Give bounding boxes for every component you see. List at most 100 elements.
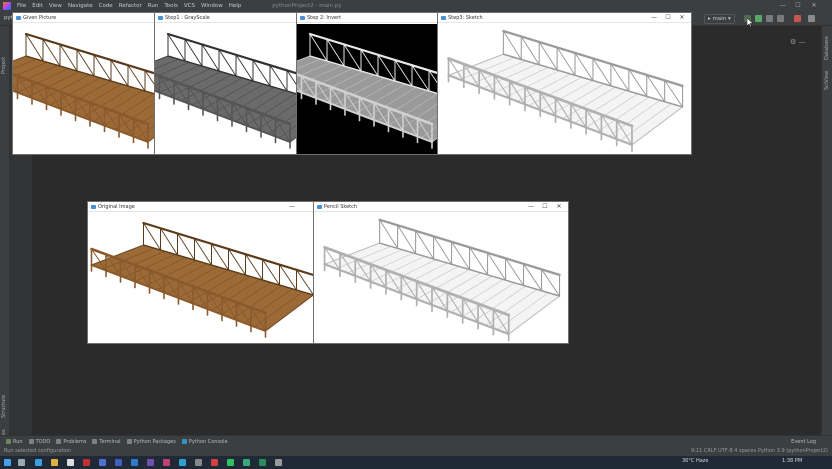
- tool-todo[interactable]: TODO: [28, 439, 50, 445]
- menu-run[interactable]: Run: [145, 3, 162, 9]
- tool-run-label: Run: [13, 438, 23, 445]
- bridge-image: [314, 213, 568, 343]
- project-tool-tab[interactable]: Project: [1, 57, 7, 74]
- cv-window-pencil-sketch[interactable]: Pencil Sketch — ☐ ✕: [313, 201, 569, 344]
- cv-window-original-image[interactable]: Original Image —: [87, 201, 316, 344]
- image-canvas: [155, 24, 297, 154]
- app-icon[interactable]: [99, 459, 106, 466]
- start-icon[interactable]: [4, 459, 11, 466]
- run-tool-icon: [6, 439, 11, 444]
- app-icon[interactable]: [243, 459, 250, 466]
- opencv-window-icon: [300, 16, 305, 20]
- status-info[interactable]: 9:11 CRLF UTF-8 4 spaces Python 3.9 (pyt…: [691, 447, 828, 456]
- status-bar: Run selected configuration 9:11 CRLF UTF…: [0, 447, 832, 456]
- bridge-image: [297, 24, 439, 154]
- window-title: pythonProject2 - main.py: [272, 3, 342, 9]
- cv-window-given-picture[interactable]: Given Picture: [12, 12, 156, 155]
- cv-window-invert[interactable]: Step 2: Invert: [296, 12, 440, 155]
- close-button[interactable]: ✕: [552, 202, 566, 212]
- close-button[interactable]: ✕: [675, 13, 689, 23]
- pycharm-icon[interactable]: [259, 459, 266, 466]
- ide-close-button[interactable]: ✕: [807, 0, 821, 12]
- chrome-icon[interactable]: [67, 459, 74, 466]
- opencv-window-icon: [158, 16, 163, 20]
- window-titlebar[interactable]: Given Picture: [13, 13, 155, 23]
- structure-tool-tab[interactable]: Structure: [1, 395, 7, 418]
- menu-file[interactable]: File: [14, 3, 29, 9]
- app-icon[interactable]: [179, 459, 186, 466]
- image-canvas: [88, 213, 315, 343]
- tool-python-console-label: Python Console: [188, 438, 228, 445]
- coverage-icon[interactable]: [766, 15, 773, 22]
- image-canvas: [438, 24, 691, 154]
- ide-maximize-button[interactable]: ☐: [791, 0, 805, 12]
- event-log[interactable]: Event Log: [791, 439, 816, 445]
- clock[interactable]: 1:38 PM: [782, 458, 802, 464]
- tool-python-console[interactable]: Python Console: [181, 438, 228, 445]
- app-icon[interactable]: [211, 459, 218, 466]
- menu-bar: File Edit View Navigate Code Refactor Ru…: [0, 0, 832, 12]
- search-icon[interactable]: [18, 459, 25, 466]
- stop-icon[interactable]: [794, 15, 801, 22]
- opencv-window-icon: [317, 205, 322, 209]
- tool-problems-label: Problems: [63, 438, 87, 445]
- app-icon[interactable]: [163, 459, 170, 466]
- tool-run[interactable]: Run: [6, 439, 23, 445]
- window-title: Step 2: Invert: [307, 15, 342, 21]
- python-console-icon: [181, 439, 187, 444]
- window-titlebar[interactable]: Step1 : GrayScale: [155, 13, 297, 23]
- tool-python-packages[interactable]: Python Packages: [126, 438, 176, 445]
- window-titlebar[interactable]: Step 2: Invert: [297, 13, 439, 23]
- maximize-button[interactable]: ☐: [538, 202, 552, 212]
- bridge-image: [13, 24, 155, 154]
- edge-icon[interactable]: [35, 459, 42, 466]
- app-icon[interactable]: [147, 459, 154, 466]
- right-tool-strip: Database SciView: [821, 26, 832, 435]
- menu-tools[interactable]: Tools: [161, 3, 181, 9]
- tool-problems[interactable]: Problems: [56, 439, 86, 445]
- cv-window-sketch[interactable]: Step3: Sketch — ☐ ✕: [437, 12, 692, 155]
- tool-window-bar: Run TODO Problems Terminal Python Packag…: [0, 435, 832, 447]
- menu-vcs[interactable]: VCS: [181, 3, 198, 9]
- opencv-window-icon: [91, 205, 96, 209]
- ide-minimize-button[interactable]: —: [776, 0, 790, 12]
- profile-icon[interactable]: [777, 15, 784, 22]
- settings-gear-icon[interactable]: ⚙ —: [790, 38, 806, 46]
- run-configuration-select[interactable]: ▸ main ▾: [704, 14, 735, 24]
- menu-navigate[interactable]: Navigate: [65, 3, 96, 9]
- window-titlebar[interactable]: Original Image: [88, 202, 315, 212]
- menu-code[interactable]: Code: [96, 3, 116, 9]
- python-icon[interactable]: [275, 459, 282, 466]
- windows-taskbar: 36°C Haze 1:38 PM: [0, 456, 832, 469]
- menu-view[interactable]: View: [46, 3, 65, 9]
- app-icon[interactable]: [115, 459, 122, 466]
- app-icon[interactable]: [195, 459, 202, 466]
- menu-edit[interactable]: Edit: [29, 3, 46, 9]
- minimize-button[interactable]: —: [647, 13, 661, 23]
- maximize-button[interactable]: ☐: [661, 13, 675, 23]
- cv-window-grayscale[interactable]: Step1 : GrayScale: [154, 12, 298, 155]
- explorer-icon[interactable]: [51, 459, 58, 466]
- search-icon[interactable]: [808, 15, 815, 22]
- bridge-image: [155, 24, 297, 154]
- image-canvas: [13, 24, 155, 154]
- sciview-tool-tab[interactable]: SciView: [824, 71, 830, 90]
- minimize-button[interactable]: —: [285, 202, 299, 212]
- weather-widget[interactable]: 36°C Haze: [682, 458, 708, 464]
- window-title: Pencil Sketch: [324, 204, 358, 210]
- tool-python-packages-label: Python Packages: [133, 438, 176, 445]
- database-tool-tab[interactable]: Database: [824, 36, 830, 60]
- bridge-image: [88, 213, 315, 343]
- tool-terminal[interactable]: Terminal: [92, 438, 121, 445]
- menu-help[interactable]: Help: [226, 3, 245, 9]
- menu-window[interactable]: Window: [198, 3, 226, 9]
- mouse-cursor-icon: [747, 18, 753, 27]
- debug-icon[interactable]: [755, 15, 762, 22]
- tool-terminal-label: Terminal: [99, 438, 121, 445]
- image-canvas: [314, 213, 568, 343]
- app-icon[interactable]: [83, 459, 90, 466]
- menu-refactor[interactable]: Refactor: [116, 3, 145, 9]
- whatsapp-icon[interactable]: [227, 459, 234, 466]
- minimize-button[interactable]: —: [524, 202, 538, 212]
- app-icon[interactable]: [131, 459, 138, 466]
